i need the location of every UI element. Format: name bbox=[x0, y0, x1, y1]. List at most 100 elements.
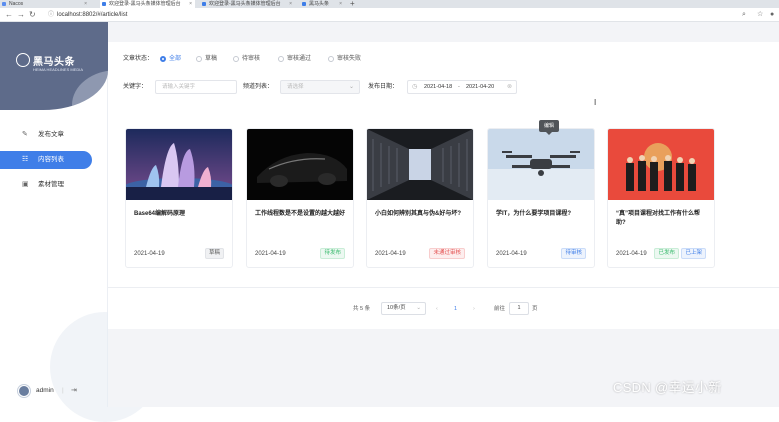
logo-subtitle: HEIMA HEADLINES MEDIA bbox=[33, 67, 84, 72]
page-size-select[interactable]: 10条/页 ⌄ bbox=[381, 302, 426, 315]
article-title[interactable]: “真”项目课程对找工作有什么帮助? bbox=[616, 210, 708, 228]
chevron-down-icon: ⌄ bbox=[416, 305, 421, 311]
article-date: 2021-04-19 bbox=[134, 251, 165, 257]
chevron-down-icon: ⌄ bbox=[348, 84, 354, 90]
radio-label: 审核通过 bbox=[287, 56, 312, 62]
edit-icon: ✎ bbox=[22, 131, 28, 138]
logout-icon[interactable]: ⇥ bbox=[71, 384, 77, 398]
user-name: admin bbox=[36, 387, 54, 394]
status-radio[interactable]: 审核失败 bbox=[328, 54, 361, 64]
logo-title: 黑马头条 bbox=[33, 57, 75, 68]
text-cursor-icon: I bbox=[594, 98, 597, 107]
article-card[interactable]: “真”项目课程对找工作有什么帮助? 2021-04-19 已发布 已上架 bbox=[607, 128, 715, 268]
status-badge: 草稿 bbox=[204, 248, 224, 259]
status-radio[interactable]: 草稿 bbox=[196, 54, 217, 64]
radio-circle-icon bbox=[233, 56, 239, 62]
logo-banner: 黑马头条 HEIMA HEADLINES MEDIA bbox=[0, 22, 108, 110]
edit-tooltip: 编辑 bbox=[539, 120, 559, 135]
browser-tab[interactable]: 黑马头条 × bbox=[300, 0, 345, 8]
sidebar-item-label: 发布文章 bbox=[38, 131, 64, 138]
zoom-icon[interactable]: ⌕ bbox=[742, 10, 746, 20]
browser-tab[interactable]: 欢迎登录-黑马头条媒体管理后台 × bbox=[100, 0, 195, 8]
reload-icon[interactable]: ↻ bbox=[29, 9, 36, 21]
goto-suffix: 页 bbox=[532, 306, 538, 312]
clock-icon: ◷ bbox=[412, 84, 418, 90]
keyword-label: 关键字： bbox=[123, 84, 148, 90]
tab-close-icon[interactable]: × bbox=[189, 0, 192, 8]
article-title[interactable]: Base64编解码原理 bbox=[134, 210, 226, 219]
tab-close-icon[interactable]: × bbox=[289, 0, 292, 8]
next-page-button[interactable]: › bbox=[473, 303, 475, 315]
prev-page-button[interactable]: ‹ bbox=[436, 303, 438, 315]
profile-icon[interactable]: ● bbox=[770, 10, 774, 20]
image-icon: ▣ bbox=[22, 181, 29, 188]
radio-circle-icon bbox=[278, 56, 284, 62]
radio-circle-icon bbox=[196, 56, 202, 62]
article-card[interactable]: 小白如何辨别其真与伪&好与坏? 2021-04-19 未通过审核 bbox=[366, 128, 474, 268]
article-card[interactable]: 学IT，为什么要学项目课程? 2021-04-19 待审核 bbox=[487, 128, 595, 268]
channel-select[interactable]: 请选择 ⌄ bbox=[280, 80, 360, 94]
status-radio[interactable]: 审核通过 bbox=[278, 54, 311, 64]
browser-tab[interactable]: Nacos × bbox=[0, 0, 90, 8]
avatar[interactable] bbox=[18, 385, 30, 397]
article-title[interactable]: 小白如何辨别其真与伪&好与坏? bbox=[375, 210, 467, 219]
radio-label: 全部 bbox=[169, 56, 182, 62]
page-number[interactable]: 1 bbox=[454, 303, 457, 315]
forward-icon[interactable]: → bbox=[17, 9, 25, 21]
sidebar-item-label: 内容列表 bbox=[38, 156, 64, 163]
radio-circle-icon bbox=[328, 56, 334, 62]
radio-label: 审核失败 bbox=[337, 56, 362, 62]
tab-favicon-icon bbox=[302, 2, 306, 6]
list-icon: ☷ bbox=[22, 156, 29, 163]
status-radio[interactable]: 待审核 bbox=[233, 54, 260, 64]
tab-label: 欢迎登录-黑马头条媒体管理后台 bbox=[209, 1, 281, 7]
keyword-input[interactable]: 请输入关键字 bbox=[155, 80, 237, 94]
date-range-picker[interactable]: ◷ 2021-04-18 - 2021-04-20 ⊗ bbox=[407, 80, 517, 94]
clear-icon[interactable]: ⊗ bbox=[507, 81, 512, 93]
status-badge: 未通过审核 bbox=[429, 248, 465, 259]
tab-close-icon[interactable]: × bbox=[84, 0, 87, 8]
address-bar[interactable]: ⓘ localhost:8802/#/article/list bbox=[48, 10, 127, 20]
browser-tab[interactable]: 欢迎登录-黑马头条媒体管理后台 × bbox=[200, 0, 295, 8]
date-separator: - bbox=[458, 84, 460, 90]
article-title[interactable]: 学IT，为什么要学项目课程? bbox=[496, 210, 588, 219]
status-radio[interactable]: 全部 bbox=[160, 54, 181, 64]
sidebar: 黑马头条 HEIMA HEADLINES MEDIA ✎ 发布文章 ☷ 内容列表 ▣ 素材… bbox=[0, 22, 160, 422]
goto-page-value: 1 bbox=[517, 305, 521, 311]
article-title[interactable]: 工作线程数是不是设置的越大越好 bbox=[255, 210, 347, 219]
article-date: 2021-04-19 bbox=[616, 251, 647, 257]
radio-circle-icon bbox=[160, 56, 166, 62]
logo-icon bbox=[16, 53, 30, 67]
user-divider: | bbox=[62, 387, 64, 394]
tab-label: Nacos bbox=[9, 1, 24, 7]
tab-label: 欢迎登录-黑马头条媒体管理后台 bbox=[109, 1, 181, 7]
bookmark-star-icon[interactable]: ☆ bbox=[757, 10, 763, 20]
date-end: 2021-04-20 bbox=[466, 84, 495, 90]
page-size-value: 10条/页 bbox=[387, 305, 406, 311]
status-badge: 待审核 bbox=[561, 248, 586, 259]
radio-label: 草稿 bbox=[205, 56, 218, 62]
browser-toolbar: ← → ↻ ⓘ localhost:8802/#/article/list ⌕ ☆… bbox=[0, 8, 779, 22]
article-card[interactable]: 工作线程数是不是设置的越大越好 2021-04-19 待发布 bbox=[246, 128, 354, 268]
article-date: 2021-04-19 bbox=[375, 251, 406, 257]
keyword-placeholder: 请输入关键字 bbox=[162, 84, 196, 90]
new-tab-button[interactable]: + bbox=[350, 0, 355, 8]
tab-label: 黑马头条 bbox=[309, 1, 330, 7]
tab-close-icon[interactable]: × bbox=[339, 0, 342, 8]
status-badge: 待发布 bbox=[320, 248, 345, 259]
goto-page-input[interactable]: 1 bbox=[509, 302, 529, 315]
date-label: 发布日期： bbox=[368, 84, 399, 90]
article-date: 2021-04-19 bbox=[496, 251, 527, 257]
back-icon[interactable]: ← bbox=[5, 9, 13, 21]
sidebar-item-content-list[interactable]: ☷ 内容列表 bbox=[0, 151, 92, 169]
watermark: CSDN @幸运小新 bbox=[613, 380, 722, 395]
url-text: localhost:8802/#/article/list bbox=[57, 12, 128, 18]
goto-label: 前往 bbox=[494, 306, 506, 312]
sidebar-item-materials[interactable]: ▣ 素材管理 bbox=[0, 176, 108, 194]
sidebar-item-publish[interactable]: ✎ 发布文章 bbox=[0, 126, 108, 144]
sidebar-menu: ✎ 发布文章 ☷ 内容列表 ▣ 素材管理 bbox=[0, 126, 108, 201]
article-card[interactable]: Base64编解码原理 2021-04-19 草稿 bbox=[125, 128, 233, 268]
browser-tab-bar: 黑马头条 × 欢迎登录-黑马头条媒体管理后台 × 欢迎登录-黑马头条媒体管理后台 × Nac… bbox=[0, 0, 779, 8]
tab-favicon-icon bbox=[2, 2, 6, 6]
radio-label: 待审核 bbox=[242, 56, 261, 62]
